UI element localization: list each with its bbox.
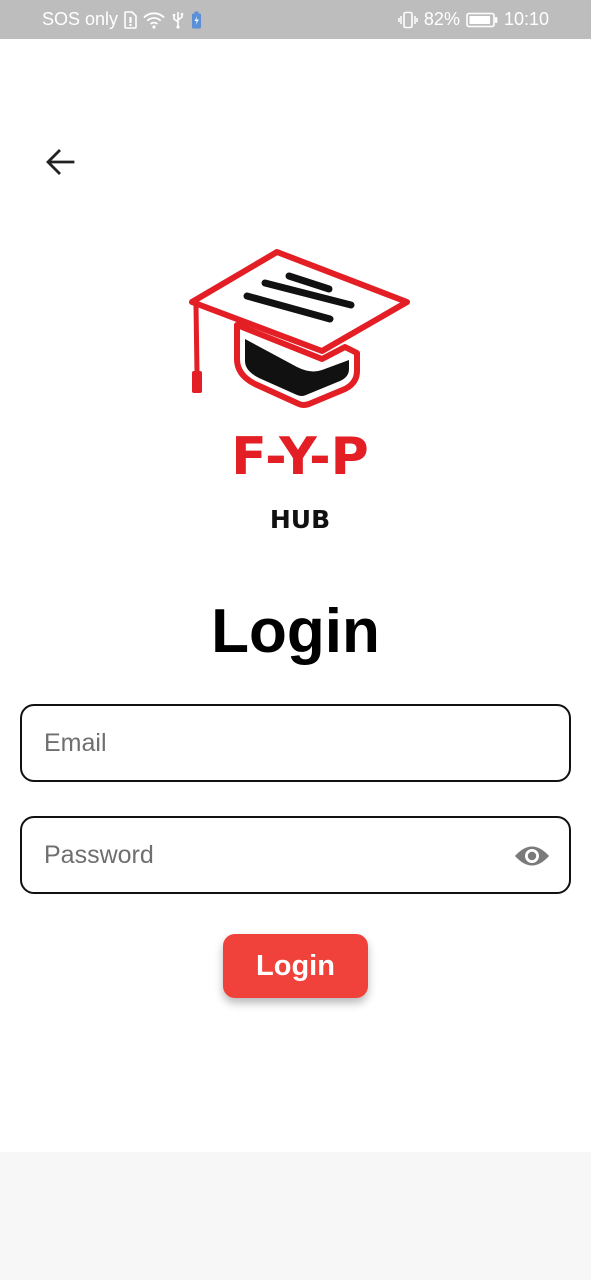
- toggle-password-visibility-button[interactable]: [513, 838, 551, 874]
- app-logo: F-Y-P HUB: [185, 243, 415, 543]
- battery-percent: 82%: [423, 9, 460, 29]
- clock-time: 10:10: [503, 9, 549, 29]
- battery-icon: [466, 12, 498, 28]
- logo-subtitle: HUB: [269, 505, 331, 534]
- usb-icon: [171, 11, 185, 29]
- password-input[interactable]: [44, 818, 504, 892]
- wifi-icon: [143, 11, 165, 29]
- graduation-cap-icon: [189, 249, 410, 408]
- arrow-left-icon: [46, 149, 75, 175]
- sim-card-icon: [124, 10, 137, 29]
- battery-saver-icon: [191, 11, 202, 29]
- logo-title: F-Y-P: [231, 427, 369, 487]
- status-bar-right: 82% 10:10: [398, 0, 549, 39]
- back-button[interactable]: [40, 142, 80, 182]
- status-bar-left: SOS only: [42, 0, 202, 39]
- bottom-area: [0, 1152, 591, 1280]
- status-bar: SOS only 82% 10:10: [0, 0, 591, 39]
- page-title: Login: [211, 597, 380, 666]
- login-button[interactable]: Login: [223, 934, 368, 998]
- vibrate-icon: [398, 11, 418, 29]
- email-input[interactable]: [44, 706, 504, 780]
- email-field[interactable]: [20, 704, 571, 782]
- carrier-text: SOS only: [42, 9, 119, 29]
- password-field[interactable]: [20, 816, 571, 894]
- eye-icon: [515, 846, 549, 866]
